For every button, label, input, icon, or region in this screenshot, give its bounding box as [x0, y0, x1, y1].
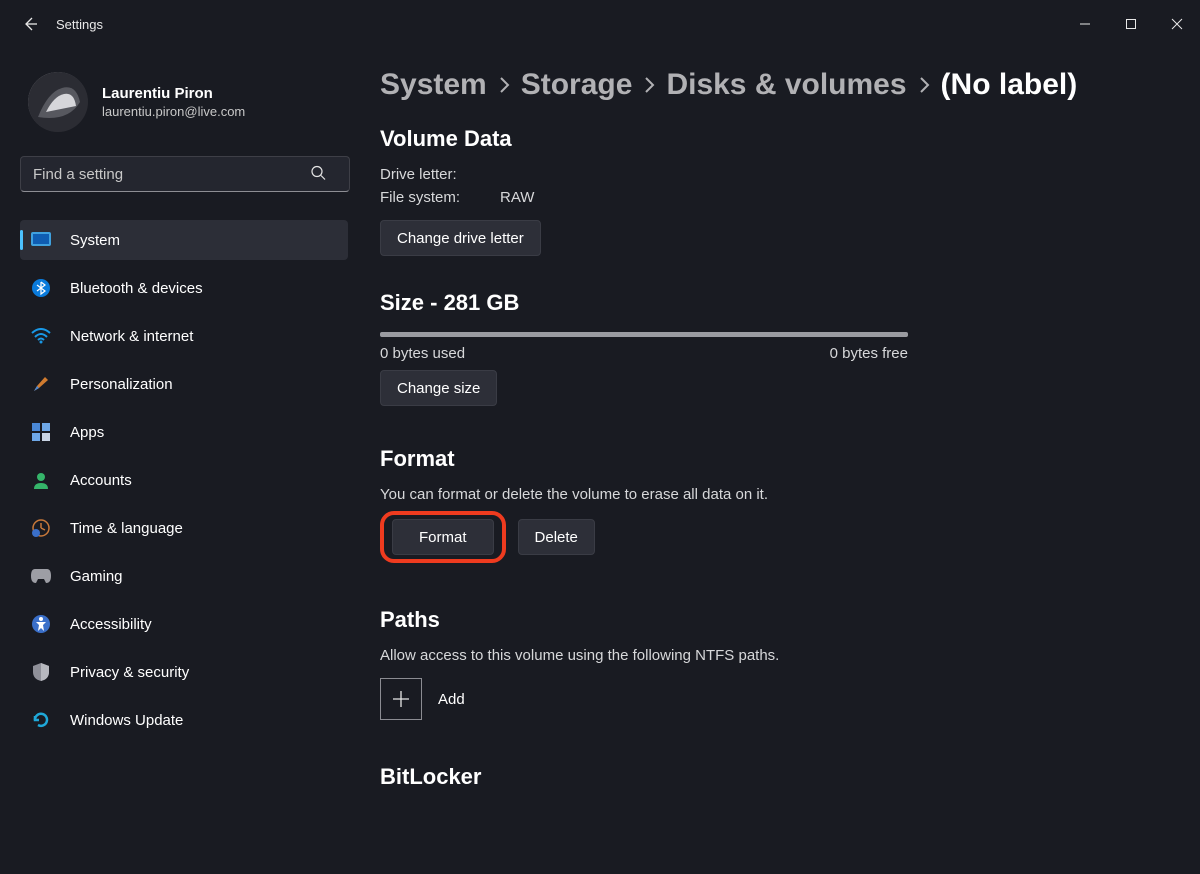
account-block[interactable]: Laurentiu Piron laurentiu.piron@live.com [20, 56, 348, 156]
change-drive-letter-button[interactable]: Change drive letter [380, 220, 541, 256]
maximize-button[interactable] [1108, 0, 1154, 48]
update-icon [30, 709, 52, 731]
add-path-label: Add [438, 691, 465, 708]
sidebar-item-apps[interactable]: Apps [20, 412, 348, 452]
accessibility-icon [30, 613, 52, 635]
crumb-system[interactable]: System [380, 68, 487, 102]
avatar-image [28, 72, 88, 132]
wifi-icon [30, 325, 52, 347]
sidebar-item-label: Accounts [70, 472, 132, 489]
section-title-bitlocker: BitLocker [380, 764, 1170, 790]
section-title-volume-data: Volume Data [380, 126, 1170, 152]
minimize-button[interactable] [1062, 0, 1108, 48]
maximize-icon [1125, 18, 1137, 30]
sidebar-item-windows-update[interactable]: Windows Update [20, 700, 348, 740]
sidebar-item-time-language[interactable]: Time & language [20, 508, 348, 548]
avatar [28, 72, 88, 132]
size-labels: 0 bytes used 0 bytes free [380, 345, 908, 362]
account-email: laurentiu.piron@live.com [102, 104, 245, 119]
row-file-system: File system: RAW [380, 189, 1170, 206]
crumb-current: (No label) [941, 68, 1078, 102]
sidebar-item-label: Gaming [70, 568, 123, 585]
delete-button[interactable]: Delete [518, 519, 595, 555]
size-usage-bar [380, 332, 908, 337]
sidebar-item-personalization[interactable]: Personalization [20, 364, 348, 404]
size-free-label: 0 bytes free [830, 345, 908, 362]
window-controls [1062, 0, 1200, 48]
section-title-format: Format [380, 446, 1170, 472]
close-icon [1171, 18, 1183, 30]
add-path-row: Add [380, 678, 1170, 720]
paths-description: Allow access to this volume using the fo… [380, 647, 1170, 664]
sidebar-item-label: Windows Update [70, 712, 183, 729]
search-input[interactable] [20, 156, 350, 192]
size-used-label: 0 bytes used [380, 345, 465, 362]
back-button[interactable] [16, 10, 44, 38]
app-title: Settings [56, 17, 103, 32]
sidebar-item-gaming[interactable]: Gaming [20, 556, 348, 596]
sidebar-item-privacy[interactable]: Privacy & security [20, 652, 348, 692]
person-icon [30, 469, 52, 491]
search-icon [310, 165, 326, 184]
sidebar-item-label: Privacy & security [70, 664, 189, 681]
format-description: You can format or delete the volume to e… [380, 486, 1170, 503]
minimize-icon [1079, 18, 1091, 30]
bluetooth-icon [30, 277, 52, 299]
sidebar-item-bluetooth[interactable]: Bluetooth & devices [20, 268, 348, 308]
sidebar-item-accounts[interactable]: Accounts [20, 460, 348, 500]
breadcrumb: System Storage Disks & volumes (No label… [380, 68, 1170, 102]
account-name: Laurentiu Piron [102, 85, 245, 102]
sidebar-item-label: Apps [70, 424, 104, 441]
change-size-button[interactable]: Change size [380, 370, 497, 406]
gamepad-icon [30, 565, 52, 587]
apps-icon [30, 421, 52, 443]
label-drive-letter: Drive letter: [380, 166, 480, 183]
value-file-system: RAW [500, 189, 534, 206]
sidebar-item-label: System [70, 232, 120, 249]
format-button[interactable]: Format [392, 519, 494, 555]
section-title-size: Size - 281 GB [380, 290, 1170, 316]
sidebar-item-system[interactable]: System [20, 220, 348, 260]
globe-clock-icon [30, 517, 52, 539]
row-drive-letter: Drive letter: [380, 166, 1170, 183]
sidebar-item-label: Time & language [70, 520, 183, 537]
format-highlight: Format [380, 511, 506, 563]
sidebar-item-label: Accessibility [70, 616, 152, 633]
sidebar-item-label: Personalization [70, 376, 173, 393]
close-button[interactable] [1154, 0, 1200, 48]
display-icon [30, 229, 52, 251]
main-content: System Storage Disks & volumes (No label… [360, 48, 1200, 874]
add-path-button[interactable] [380, 678, 422, 720]
sidebar-item-label: Bluetooth & devices [70, 280, 203, 297]
account-text: Laurentiu Piron laurentiu.piron@live.com [102, 85, 245, 119]
chevron-right-icon [913, 75, 935, 95]
crumb-storage[interactable]: Storage [521, 68, 633, 102]
shield-icon [30, 661, 52, 683]
crumb-disks-volumes[interactable]: Disks & volumes [666, 68, 906, 102]
sidebar-nav: System Bluetooth & devices Network & int… [20, 220, 348, 746]
paintbrush-icon [30, 373, 52, 395]
sidebar-item-label: Network & internet [70, 328, 193, 345]
sidebar: Laurentiu Piron laurentiu.piron@live.com… [0, 48, 360, 874]
sidebar-item-accessibility[interactable]: Accessibility [20, 604, 348, 644]
plus-icon [392, 690, 410, 708]
chevron-right-icon [493, 75, 515, 95]
label-file-system: File system: [380, 189, 480, 206]
titlebar: Settings [0, 0, 1200, 48]
arrow-left-icon [22, 16, 38, 32]
sidebar-item-network[interactable]: Network & internet [20, 316, 348, 356]
section-title-paths: Paths [380, 607, 1170, 633]
chevron-right-icon [638, 75, 660, 95]
search-box[interactable] [20, 156, 348, 192]
